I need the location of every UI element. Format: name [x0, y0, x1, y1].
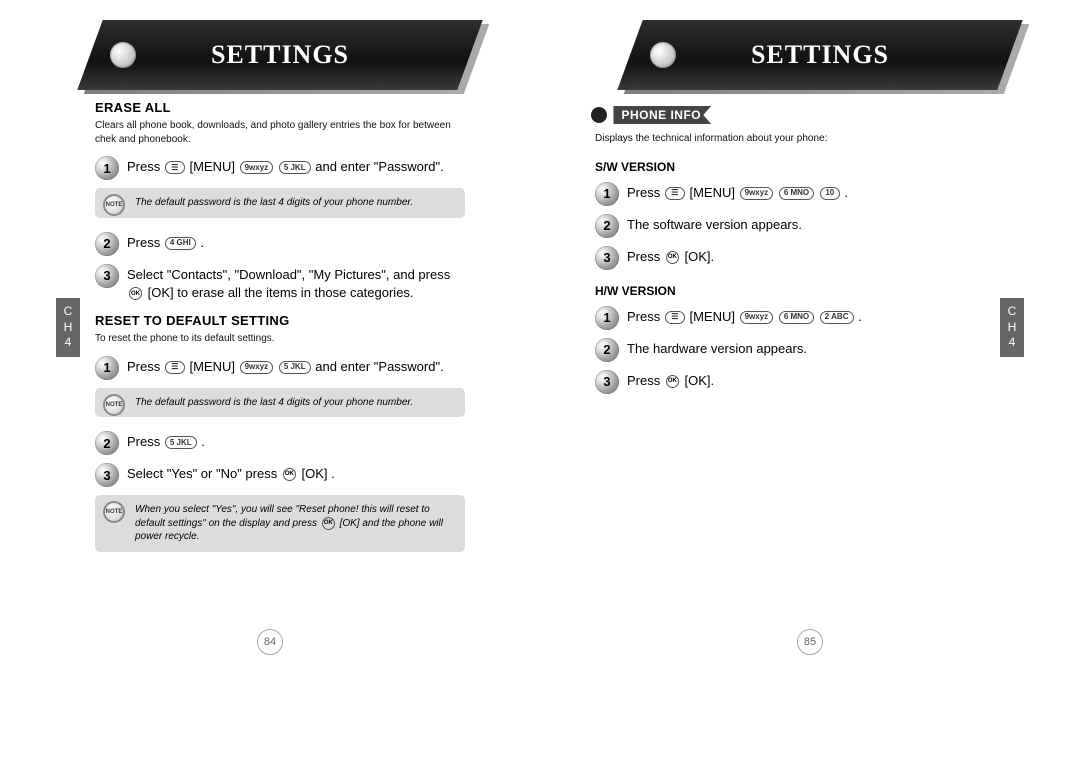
step-row: 1 Press ☰ [MENU] 9wxyz 6 MNO 2 ABC .	[595, 306, 985, 330]
ok-icon: OK	[129, 287, 142, 300]
step-text: Press OK [OK].	[627, 246, 714, 267]
desc-text: To reset the phone to its default settin…	[95, 332, 465, 346]
banner-title: SETTINGS	[751, 40, 889, 70]
desc-text: Displays the technical information about…	[595, 132, 985, 146]
key-2: 2 ABC	[820, 311, 854, 324]
desc-text: Clears all phone book, downloads, and ph…	[95, 119, 465, 146]
note-text: The default password is the last 4 digit…	[135, 196, 453, 210]
step-text: Press 4 GHI .	[127, 232, 204, 253]
banner-spot-icon	[650, 42, 676, 68]
step-number-icon: 3	[595, 370, 619, 394]
ok-icon: OK	[283, 468, 296, 481]
step-text: Press ☰ [MENU] 9wxyz 6 MNO 2 ABC .	[627, 306, 862, 327]
page-84: SETTINGS C H 4 ERASE ALL Clears all phon…	[0, 0, 540, 763]
banner-right: SETTINGS	[630, 20, 1010, 90]
key-10: 10	[820, 187, 840, 200]
ok-icon: OK	[666, 251, 679, 264]
banner-spot-icon	[110, 42, 136, 68]
tag-label: PHONE INFO	[613, 106, 711, 124]
ok-icon: OK	[666, 375, 679, 388]
step-text: Press 5 JKL .	[127, 431, 205, 452]
key-6: 6 MNO	[779, 311, 814, 324]
page-spread: SETTINGS C H 4 ERASE ALL Clears all phon…	[0, 0, 1080, 763]
step-number-icon: 2	[595, 338, 619, 362]
section-hw-version: H/W VERSION	[595, 284, 985, 298]
menu-key-icon: ☰	[165, 361, 185, 374]
key-9: 9wxyz	[240, 161, 274, 174]
step-row: 2 The hardware version appears.	[595, 338, 985, 362]
page-number: 85	[797, 629, 823, 655]
step-number-icon: 1	[595, 182, 619, 206]
bullet-icon	[591, 107, 607, 123]
chapter-tab: C H 4	[56, 298, 80, 357]
key-5: 5 JKL	[165, 436, 197, 449]
section-erase-all: ERASE ALL	[95, 100, 465, 115]
step-row: 2 Press 5 JKL .	[95, 431, 465, 455]
step-text: Press ☰ [MENU] 9wxyz 5 JKL and enter "Pa…	[127, 356, 444, 377]
ok-icon: OK	[322, 517, 335, 530]
note-box: NOTE When you select "Yes", you will see…	[95, 495, 465, 552]
chapter-tab: C H 4	[1000, 298, 1024, 357]
page-85: SETTINGS C H 4 PHONE INFO Displays the t…	[540, 0, 1080, 763]
step-number-icon: 3	[95, 463, 119, 487]
menu-key-icon: ☰	[665, 311, 685, 324]
step-row: 1 Press ☰ [MENU] 9wxyz 5 JKL and enter "…	[95, 356, 465, 380]
key-9: 9wxyz	[740, 187, 774, 200]
key-9: 9wxyz	[240, 361, 274, 374]
step-text: Select "Contacts", "Download", "My Pictu…	[127, 264, 465, 304]
step-text: The hardware version appears.	[627, 338, 807, 359]
note-box: NOTE The default password is the last 4 …	[95, 188, 465, 218]
page-content: PHONE INFO Displays the technical inform…	[540, 100, 1080, 394]
step-number-icon: 3	[95, 264, 119, 288]
step-number-icon: 1	[95, 356, 119, 380]
banner-title: SETTINGS	[211, 40, 349, 70]
key-9: 9wxyz	[740, 311, 774, 324]
step-row: 1 Press ☰ [MENU] 9wxyz 5 JKL and enter "…	[95, 156, 465, 180]
section-sw-version: S/W VERSION	[595, 160, 985, 174]
step-row: 3 Press OK [OK].	[595, 370, 985, 394]
step-text: Press ☰ [MENU] 9wxyz 6 MNO 10 .	[627, 182, 848, 203]
step-number-icon: 3	[595, 246, 619, 270]
step-row: 3 Select "Contacts", "Download", "My Pic…	[95, 264, 465, 304]
note-text: When you select "Yes", you will see "Res…	[135, 503, 453, 544]
step-number-icon: 2	[95, 232, 119, 256]
step-number-icon: 1	[95, 156, 119, 180]
page-number: 84	[257, 629, 283, 655]
note-box: NOTE The default password is the last 4 …	[95, 388, 465, 418]
menu-key-icon: ☰	[665, 187, 685, 200]
section-phone-info: PHONE INFO	[591, 106, 711, 124]
step-row: 2 Press 4 GHI .	[95, 232, 465, 256]
section-reset: RESET TO DEFAULT SETTING	[95, 313, 465, 328]
step-number-icon: 2	[595, 214, 619, 238]
step-row: 1 Press ☰ [MENU] 9wxyz 6 MNO 10 .	[595, 182, 985, 206]
step-number-icon: 2	[95, 431, 119, 455]
key-4: 4 GHI	[165, 237, 196, 250]
step-row: 3 Select "Yes" or "No" press OK [OK] .	[95, 463, 465, 487]
step-text: Press ☰ [MENU] 9wxyz 5 JKL and enter "Pa…	[127, 156, 444, 177]
note-icon: NOTE	[103, 394, 125, 416]
key-5: 5 JKL	[279, 161, 311, 174]
note-icon: NOTE	[103, 194, 125, 216]
step-text: Press OK [OK].	[627, 370, 714, 391]
step-text: The software version appears.	[627, 214, 802, 235]
key-5: 5 JKL	[279, 361, 311, 374]
note-text: The default password is the last 4 digit…	[135, 396, 453, 410]
step-row: 2 The software version appears.	[595, 214, 985, 238]
note-icon: NOTE	[103, 501, 125, 523]
step-text: Select "Yes" or "No" press OK [OK] .	[127, 463, 335, 484]
step-number-icon: 1	[595, 306, 619, 330]
step-row: 3 Press OK [OK].	[595, 246, 985, 270]
key-6: 6 MNO	[779, 187, 814, 200]
menu-key-icon: ☰	[165, 161, 185, 174]
banner-left: SETTINGS	[90, 20, 470, 90]
page-content: ERASE ALL Clears all phone book, downloa…	[0, 100, 540, 552]
